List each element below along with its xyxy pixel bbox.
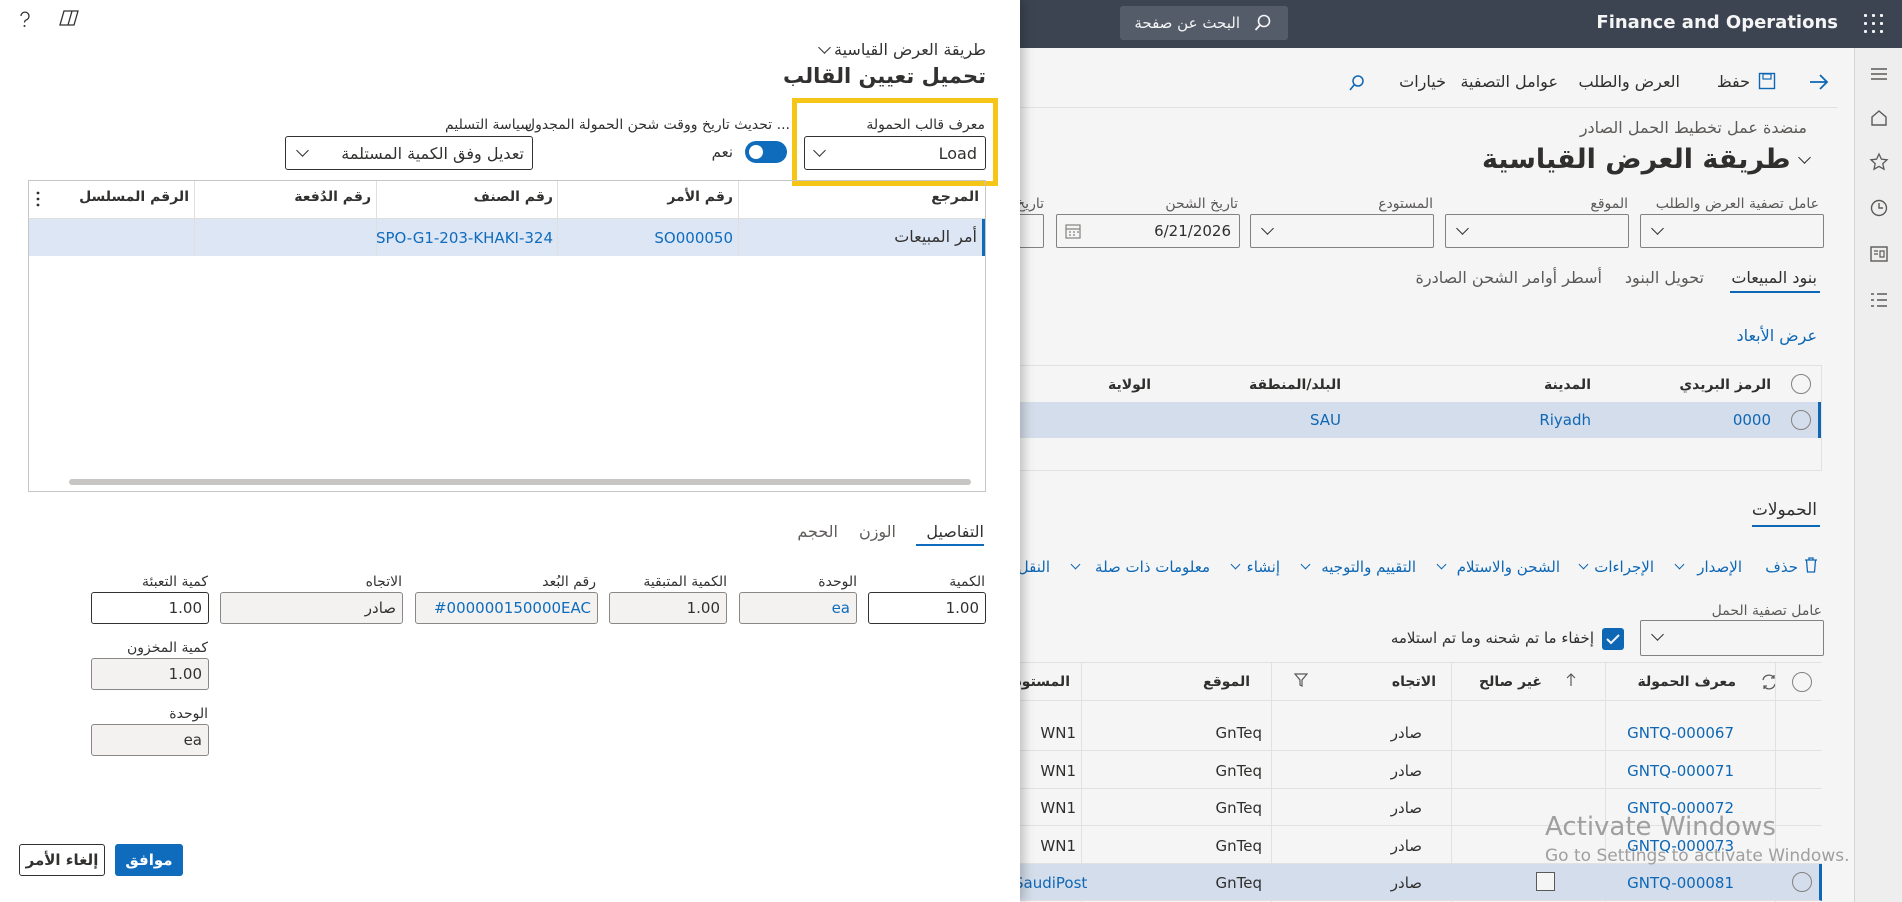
modal-backdrop bbox=[1020, 0, 1902, 902]
update-ship-date-label: تحديث تاريخ ووقت شحن الحمولة المجدول ... bbox=[524, 117, 790, 133]
grid-divider bbox=[194, 181, 195, 219]
unit-label: الوحدة bbox=[818, 574, 857, 590]
cell-item-no[interactable]: SPO-G1-203-KHAKI-324 bbox=[376, 229, 553, 247]
chevron-down-icon bbox=[818, 41, 831, 54]
column-serial-no[interactable]: الرقم المسلسل bbox=[79, 189, 189, 205]
remaining-qty-label: الكمية المتبقية bbox=[643, 574, 727, 590]
dimension-no-value[interactable]: #000000150000EAC bbox=[434, 599, 591, 617]
cell-reference: أمر المبيعات bbox=[894, 227, 977, 246]
direction-label: الاتجاه bbox=[365, 574, 402, 590]
highlight-callout bbox=[792, 98, 998, 186]
update-ship-date-toggle[interactable] bbox=[745, 141, 787, 163]
unit-value[interactable]: ea bbox=[832, 599, 850, 617]
grid-divider bbox=[376, 181, 377, 219]
grid-divider bbox=[738, 181, 739, 219]
delivery-policy-value: تعديل وفق الكمية المستلمة bbox=[341, 144, 524, 163]
direction-field: صادر bbox=[220, 592, 403, 624]
cell-order-no[interactable]: SO000050 bbox=[654, 229, 733, 247]
view-selector[interactable]: طريقة العرض القياسية bbox=[814, 40, 986, 59]
column-reference[interactable]: المرجع bbox=[931, 189, 979, 205]
tab-selected-indicator bbox=[916, 544, 984, 546]
cancel-button[interactable]: إلغاء الأمر bbox=[19, 844, 105, 876]
row-selected-indicator bbox=[982, 219, 985, 256]
ok-button[interactable]: موافق bbox=[115, 844, 183, 876]
inventory-qty-label: كمية المخزون bbox=[127, 640, 208, 656]
unit-field: ea bbox=[739, 592, 857, 624]
toggle-value-label: نعم bbox=[711, 143, 733, 161]
grid-divider bbox=[194, 219, 195, 256]
pack-qty-label: كمية التعبئة bbox=[141, 574, 208, 590]
dimension-no-field: #000000150000EAC bbox=[415, 592, 598, 624]
quantity-field[interactable]: 1.00 bbox=[868, 592, 986, 624]
toggle-knob bbox=[749, 145, 763, 159]
chevron-down-icon bbox=[296, 144, 309, 157]
panel-title: تحميل تعيين القالب bbox=[782, 64, 986, 88]
tab-details[interactable]: التفاصيل bbox=[926, 522, 984, 541]
order-lines-grid: المرجع رقم الأمر رقم الصنف رقم الدُفعة ا… bbox=[28, 180, 986, 492]
tab-weight[interactable]: الوزن bbox=[859, 522, 896, 541]
remaining-qty-field: 1.00 bbox=[609, 592, 727, 624]
horizontal-scrollbar[interactable] bbox=[69, 479, 971, 485]
inventory-qty-field: 1.00 bbox=[91, 658, 209, 690]
column-order-no[interactable]: رقم الأمر bbox=[667, 189, 733, 205]
column-item-no[interactable]: رقم الصنف bbox=[474, 189, 553, 205]
grid-divider bbox=[557, 181, 558, 219]
grid-divider bbox=[557, 219, 558, 256]
inventory-unit-label: الوحدة bbox=[169, 706, 208, 722]
pack-qty-field[interactable]: 1.00 bbox=[91, 592, 209, 624]
pack-qty-value: 1.00 bbox=[168, 599, 202, 617]
column-batch-no[interactable]: رقم الدُفعة bbox=[294, 189, 371, 205]
quantity-label: الكمية bbox=[949, 574, 985, 590]
delivery-policy-field[interactable]: تعديل وفق الكمية المستلمة bbox=[285, 136, 533, 170]
inventory-qty-value: 1.00 bbox=[168, 665, 202, 683]
remaining-qty-value: 1.00 bbox=[686, 599, 720, 617]
delivery-policy-label: سياسة التسليم bbox=[445, 117, 532, 133]
direction-value: صادر bbox=[364, 599, 396, 617]
copilot-icon[interactable] bbox=[58, 8, 80, 28]
view-selector-label: طريقة العرض القياسية bbox=[834, 40, 986, 59]
template-assignment-panel: طريقة العرض القياسية تحميل تعيين القالب … bbox=[0, 0, 1020, 902]
inventory-unit-field: ea bbox=[91, 724, 209, 756]
grid-divider bbox=[738, 219, 739, 256]
inventory-unit-value: ea bbox=[183, 731, 202, 749]
dimension-no-label: رقم البُعد bbox=[542, 574, 596, 590]
tab-volume[interactable]: الحجم bbox=[797, 522, 838, 541]
more-options-icon[interactable] bbox=[35, 190, 41, 208]
help-icon[interactable] bbox=[18, 10, 32, 30]
quantity-value: 1.00 bbox=[945, 599, 979, 617]
